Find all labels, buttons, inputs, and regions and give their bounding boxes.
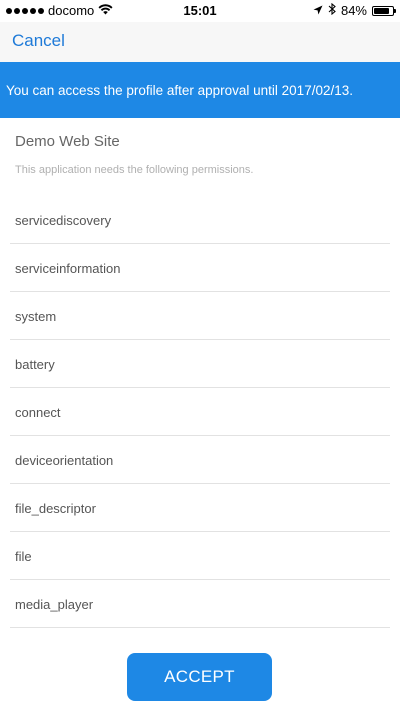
- permission-item: file: [10, 532, 390, 580]
- permission-item: serviceinformation: [10, 244, 390, 292]
- permission-list: servicediscovery serviceinformation syst…: [10, 196, 390, 628]
- permissions-description: This application needs the following per…: [15, 164, 254, 176]
- permission-item: system: [10, 292, 390, 340]
- status-right: 84%: [313, 2, 396, 18]
- permission-item: connect: [10, 388, 390, 436]
- battery-fill: [374, 7, 390, 14]
- permission-item: file_descriptor: [10, 484, 390, 532]
- permission-item: servicediscovery: [10, 196, 390, 244]
- status-bar: docomo 15:01 84%: [0, 0, 400, 22]
- permission-item: deviceorientation: [10, 436, 390, 484]
- approval-banner-text: You can access the profile after approva…: [6, 82, 353, 98]
- location-icon: [313, 3, 323, 18]
- permission-item: media_player: [10, 580, 390, 628]
- accept-button[interactable]: ACCEPT: [127, 653, 272, 701]
- approval-banner: You can access the profile after approva…: [0, 62, 400, 118]
- cancel-button[interactable]: Cancel: [12, 31, 65, 51]
- bluetooth-icon: [328, 2, 336, 18]
- battery-icon: [372, 5, 396, 16]
- permission-item: battery: [10, 340, 390, 388]
- battery-percent: 84%: [340, 3, 367, 18]
- nav-bar: Cancel: [0, 22, 400, 62]
- site-name: Demo Web Site: [15, 133, 120, 150]
